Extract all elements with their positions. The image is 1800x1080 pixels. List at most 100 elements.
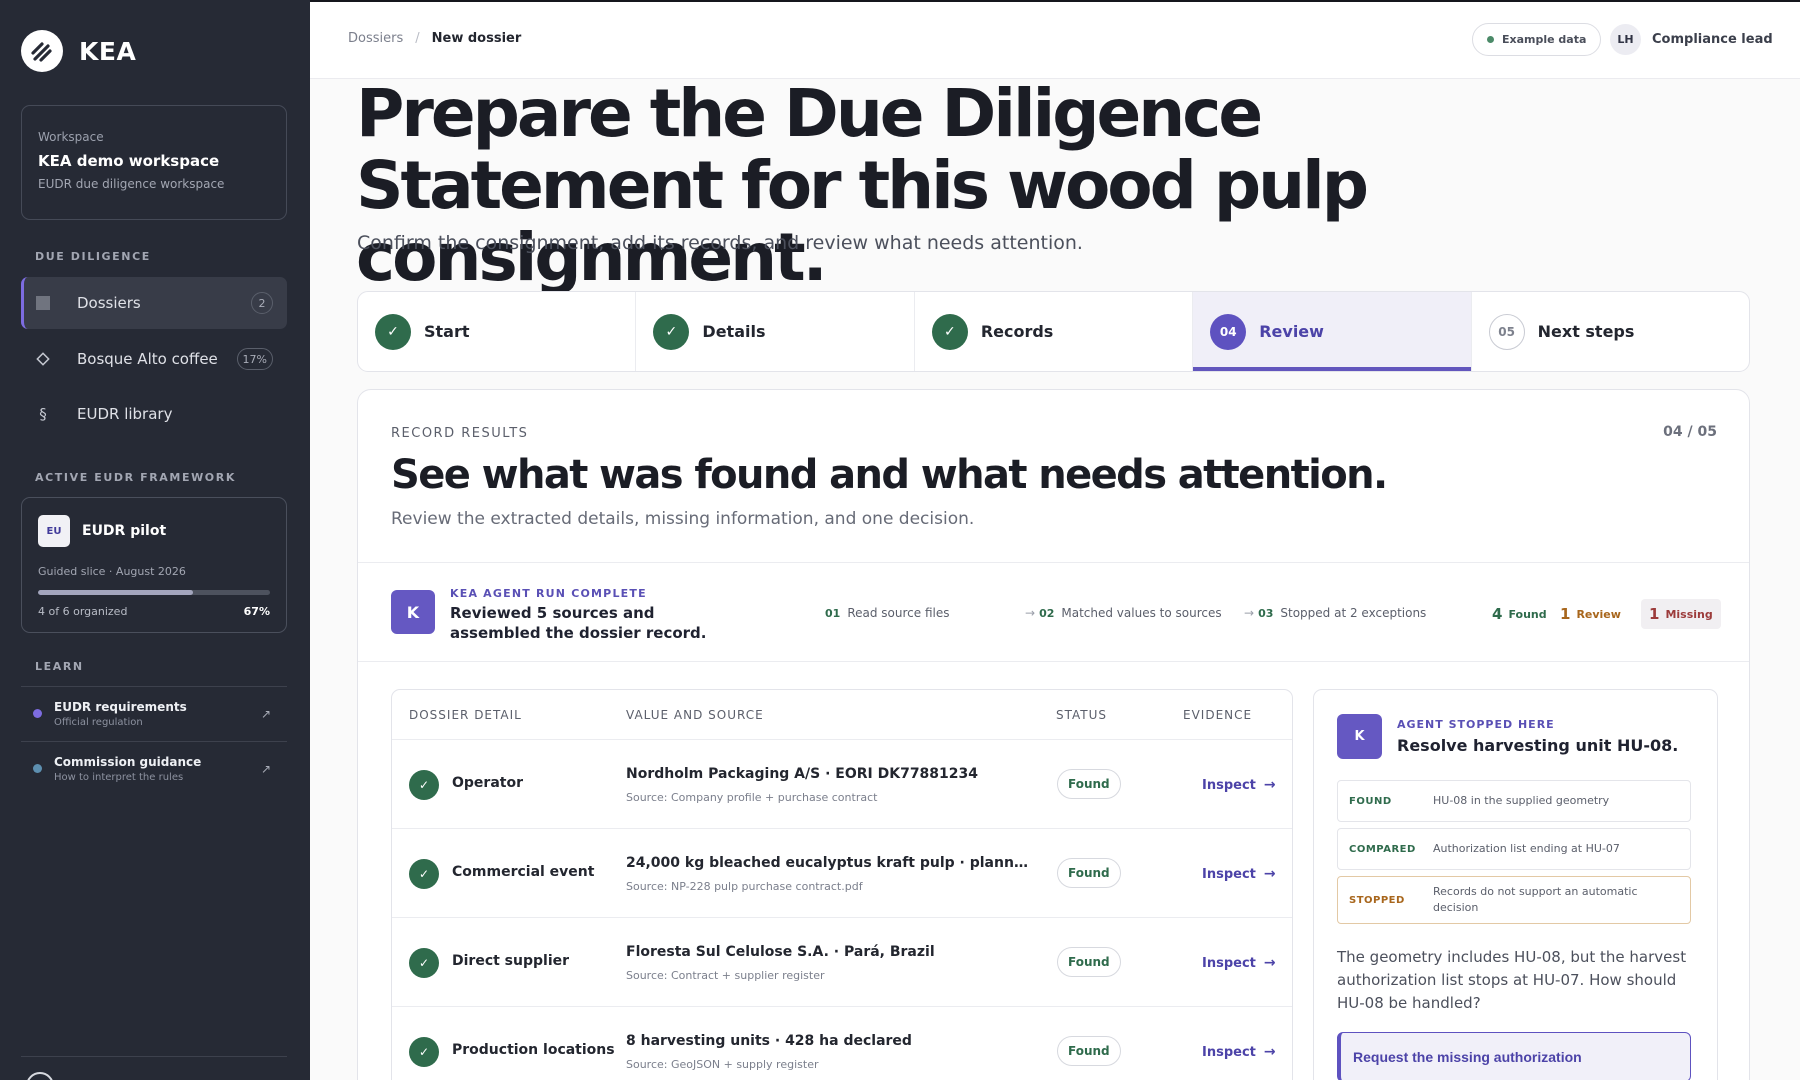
step-label: Records: [980, 322, 1054, 341]
inspect-button[interactable]: Inspect →: [1202, 955, 1276, 971]
tally-label: Found: [1508, 607, 1547, 621]
status-badge: Found: [1057, 858, 1121, 888]
workspace-subtitle: EUDR due diligence workspace: [38, 177, 225, 191]
tally-label: Missing: [1665, 607, 1713, 621]
arrow-right-icon: →: [1263, 1044, 1276, 1060]
page-subtitle: Confirm the consignment, add its records…: [357, 232, 1083, 254]
example-data-badge[interactable]: Example data: [1472, 23, 1602, 56]
request-authorization-button[interactable]: Request the missing authorization: [1337, 1032, 1691, 1080]
step-next-steps[interactable]: 05 Next steps: [1472, 292, 1749, 371]
column-header: DOSSIER DETAIL: [409, 708, 522, 722]
agent-title: Reviewed 5 sources and assembled the dos…: [450, 604, 707, 642]
inspect-button[interactable]: Inspect →: [1202, 866, 1276, 882]
status-dot-icon: [1487, 36, 1494, 43]
row-label: Commercial event: [452, 864, 595, 880]
status-badge: Found: [1057, 1036, 1121, 1066]
agent-step-number: 01: [825, 606, 841, 620]
arrow-right-icon: →: [1244, 606, 1255, 620]
agent-step-label: Matched values to sources: [1061, 606, 1222, 620]
trace-tag: STOPPED: [1349, 894, 1405, 906]
external-link-icon: ↗: [260, 761, 271, 776]
sidebar-divider: [21, 1056, 287, 1057]
agent-step-3: → 03 Stopped at 2 exceptions: [1244, 606, 1426, 620]
tally-missing[interactable]: 1 Missing: [1641, 599, 1721, 629]
check-icon: ✓: [409, 770, 439, 800]
progress-badge: 17%: [236, 348, 273, 370]
nav-label: Bosque Alto coffee: [77, 350, 218, 368]
step-details[interactable]: ✓ Details: [636, 292, 915, 371]
table-header: DOSSIER DETAIL VALUE AND SOURCE STATUS E…: [392, 690, 1292, 740]
learn-dot: [33, 764, 42, 773]
stop-eyebrow: AGENT STOPPED HERE: [1397, 718, 1555, 731]
account-avatar[interactable]: [26, 1072, 54, 1080]
brand[interactable]: KEA: [21, 30, 136, 72]
step-progress: ✓ Start ✓ Details ✓ Records 04 Review 05…: [357, 291, 1750, 372]
step-records[interactable]: ✓ Records: [915, 292, 1194, 371]
stop-title: Resolve harvesting unit HU-08.: [1397, 736, 1679, 755]
breadcrumb-dossiers[interactable]: Dossiers: [348, 31, 403, 46]
step-counter: 04 / 05: [1663, 424, 1717, 440]
trace-found: FOUND HU-08 in the supplied geometry: [1337, 780, 1691, 822]
panel-title: See what was found and what needs attent…: [391, 452, 1388, 498]
arrow-right-icon: →: [1263, 777, 1276, 793]
framework-meta: Guided slice · August 2026: [38, 565, 186, 578]
learn-item-commission-guidance[interactable]: Commission guidance How to interpret the…: [21, 741, 287, 795]
row-value: Nordholm Packaging A/S · EORI DK77881234: [626, 766, 979, 782]
row-label: Operator: [452, 775, 523, 791]
learn-title: Commission guidance: [54, 754, 202, 769]
sidebar-item-dossiers[interactable]: Dossiers 2: [21, 277, 287, 329]
check-icon: ✓: [653, 313, 690, 350]
inspect-button[interactable]: Inspect →: [1202, 1044, 1276, 1060]
avatar: LH: [1610, 24, 1641, 55]
framework-percent: 67%: [243, 605, 270, 618]
nav-label: EUDR library: [77, 405, 173, 423]
framework-card[interactable]: EU EUDR pilot Guided slice · August 2026…: [21, 497, 287, 633]
trace-tag: COMPARED: [1349, 843, 1416, 855]
section-icon: §: [39, 405, 47, 423]
agent-avatar: K: [1337, 714, 1382, 759]
row-value: 8 harvesting units · 428 ha declared: [626, 1033, 912, 1049]
learn-label: LEARN: [35, 660, 84, 673]
agent-step-1: 01 Read source files: [825, 606, 949, 620]
sidebar-item-eudr-library[interactable]: § EUDR library: [21, 388, 287, 440]
inspect-button[interactable]: Inspect →: [1202, 777, 1276, 793]
breadcrumb: Dossiers / New dossier: [348, 31, 521, 46]
inspect-label: Inspect: [1202, 777, 1256, 793]
sidebar-item-bosque-alto[interactable]: Bosque Alto coffee 17%: [21, 333, 287, 385]
tally-count: 1: [1649, 605, 1660, 623]
workspace-name: KEA demo workspace: [38, 152, 220, 170]
step-label: Review: [1259, 322, 1324, 341]
tally-review[interactable]: 1 Review: [1552, 599, 1629, 629]
arrow-right-icon: →: [1025, 606, 1036, 620]
step-start[interactable]: ✓ Start: [358, 292, 637, 371]
learn-title: EUDR requirements: [54, 699, 187, 714]
kea-logo-icon: [21, 30, 63, 72]
dossier-detail-table: DOSSIER DETAIL VALUE AND SOURCE STATUS E…: [391, 689, 1293, 1080]
user-menu[interactable]: LH Compliance lead: [1610, 24, 1773, 55]
sidebar: KEA Workspace KEA demo workspace EUDR du…: [0, 0, 310, 1080]
check-icon: ✓: [409, 948, 439, 978]
workspace-switcher[interactable]: Workspace KEA demo workspace EUDR due di…: [21, 105, 287, 220]
arrow-right-icon: →: [1263, 866, 1276, 882]
table-row: ✓ Operator Nordholm Packaging A/S · EORI…: [392, 740, 1292, 829]
breadcrumb-separator: /: [415, 31, 420, 46]
tally-label: Review: [1576, 607, 1621, 621]
step-number: 04: [1210, 313, 1247, 350]
external-link-icon: ↗: [260, 706, 271, 721]
framework-progress-text: 4 of 6 organized: [38, 605, 128, 618]
step-number: 05: [1488, 313, 1525, 350]
learn-dot: [33, 709, 42, 718]
check-icon: ✓: [409, 859, 439, 889]
framework-progress-fill: [38, 590, 194, 595]
panel-eyebrow: RECORD RESULTS: [391, 426, 529, 441]
learn-item-eudr-requirements[interactable]: EUDR requirements Official regulation ↗: [21, 686, 287, 740]
record-results-panel: RECORD RESULTS 04 / 05 See what was foun…: [357, 389, 1750, 1080]
step-label: Next steps: [1537, 322, 1635, 341]
column-header: STATUS: [1056, 708, 1108, 722]
agent-avatar: K: [391, 590, 435, 634]
agent-step-2: → 02 Matched values to sources: [1025, 606, 1222, 620]
tally-found[interactable]: 4 Found: [1484, 599, 1555, 629]
step-review[interactable]: 04 Review: [1193, 292, 1472, 371]
column-header: EVIDENCE: [1183, 708, 1253, 722]
status-badge: Found: [1057, 947, 1121, 977]
